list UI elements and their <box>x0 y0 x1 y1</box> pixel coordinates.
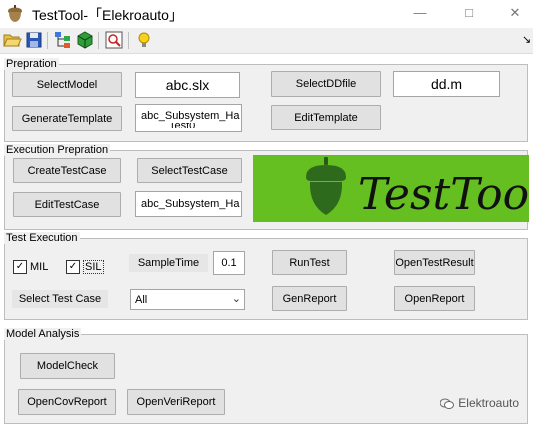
sample-time-field[interactable]: 0.1 <box>213 251 245 275</box>
sample-time-label: SampleTime <box>129 254 208 272</box>
execution-prepration-title: Execution Prepration <box>4 144 111 156</box>
testcase-field[interactable]: abc_Subsystem_Ha <box>135 191 242 217</box>
template-field-value-partial: Test0 <box>169 123 195 128</box>
select-test-case-dropdown[interactable]: All ⌄ <box>130 289 245 310</box>
close-button[interactable]: ✕ <box>505 4 525 22</box>
acorn-app-icon <box>8 5 22 22</box>
tree-icon[interactable] <box>53 30 73 50</box>
banner-title: TestTool <box>358 169 529 220</box>
title-bar: TestTool-「Elekroauto」 — □ ✕ <box>0 0 533 28</box>
model-field[interactable]: abc.slx <box>135 72 240 98</box>
toolbar-separator <box>128 32 129 49</box>
open-folder-icon[interactable] <box>2 30 22 50</box>
dd-field[interactable]: dd.m <box>393 71 500 97</box>
maximize-button[interactable]: □ <box>459 4 479 22</box>
cube-icon[interactable] <box>75 30 95 50</box>
open-test-result-button[interactable]: OpenTestResult <box>394 250 475 275</box>
select-testcase-button[interactable]: SelectTestCase <box>137 158 242 183</box>
toolbar-separator <box>98 32 99 49</box>
sil-label: SIL <box>83 260 104 274</box>
testtool-banner: TestTool <box>253 155 529 222</box>
acorn-logo-icon <box>306 157 346 215</box>
template-field-value: abc_Subsystem_Ha <box>141 110 240 122</box>
mil-label: MIL <box>30 261 49 273</box>
chevron-down-icon[interactable]: ⌄ <box>232 292 241 305</box>
create-testcase-button[interactable]: CreateTestCase <box>13 158 121 183</box>
toolbar-separator <box>47 32 48 49</box>
model-analysis-title: Model Analysis <box>4 328 82 340</box>
open-veri-report-button[interactable]: OpenVeriReport <box>127 389 225 415</box>
test-execution-title: Test Execution <box>4 232 80 244</box>
gen-report-button[interactable]: GenReport <box>272 286 347 311</box>
prepration-title: Prepration <box>4 58 59 70</box>
sil-checkbox[interactable]: ✓ SIL <box>66 259 104 275</box>
minimize-button[interactable]: — <box>410 4 430 22</box>
mil-check-icon[interactable]: ✓ <box>13 260 27 274</box>
edit-template-button[interactable]: EditTemplate <box>271 105 381 130</box>
watermark-text: Elektroauto <box>458 396 519 410</box>
generate-template-button[interactable]: GenerateTemplate <box>12 106 122 131</box>
wechat-icon <box>440 398 455 409</box>
window-title: TestTool-「Elekroauto」 <box>32 7 183 23</box>
template-field[interactable]: abc_Subsystem_Ha Test0 <box>135 104 242 132</box>
dock-arrow-icon[interactable]: ↘ <box>522 33 531 46</box>
select-test-case-value: All <box>135 294 148 306</box>
save-icon[interactable] <box>24 30 44 50</box>
toolbar: ↘ <box>0 28 533 54</box>
model-check-button[interactable]: ModelCheck <box>20 353 115 379</box>
watermark: Elektroauto <box>440 396 519 410</box>
open-cov-report-button[interactable]: OpenCovReport <box>18 389 116 415</box>
select-test-case-label: Select Test Case <box>12 290 108 308</box>
run-test-button[interactable]: RunTest <box>272 250 347 275</box>
open-report-button[interactable]: OpenReport <box>394 286 475 311</box>
edit-testcase-button[interactable]: EditTestCase <box>13 192 121 217</box>
zoom-icon[interactable] <box>104 30 124 50</box>
lightbulb-icon[interactable] <box>134 30 154 50</box>
mil-checkbox[interactable]: ✓ MIL <box>13 259 48 275</box>
select-model-button[interactable]: SelectModel <box>12 72 122 97</box>
sil-check-icon[interactable]: ✓ <box>66 260 80 274</box>
select-dd-button[interactable]: SelectDDfile <box>271 71 381 97</box>
